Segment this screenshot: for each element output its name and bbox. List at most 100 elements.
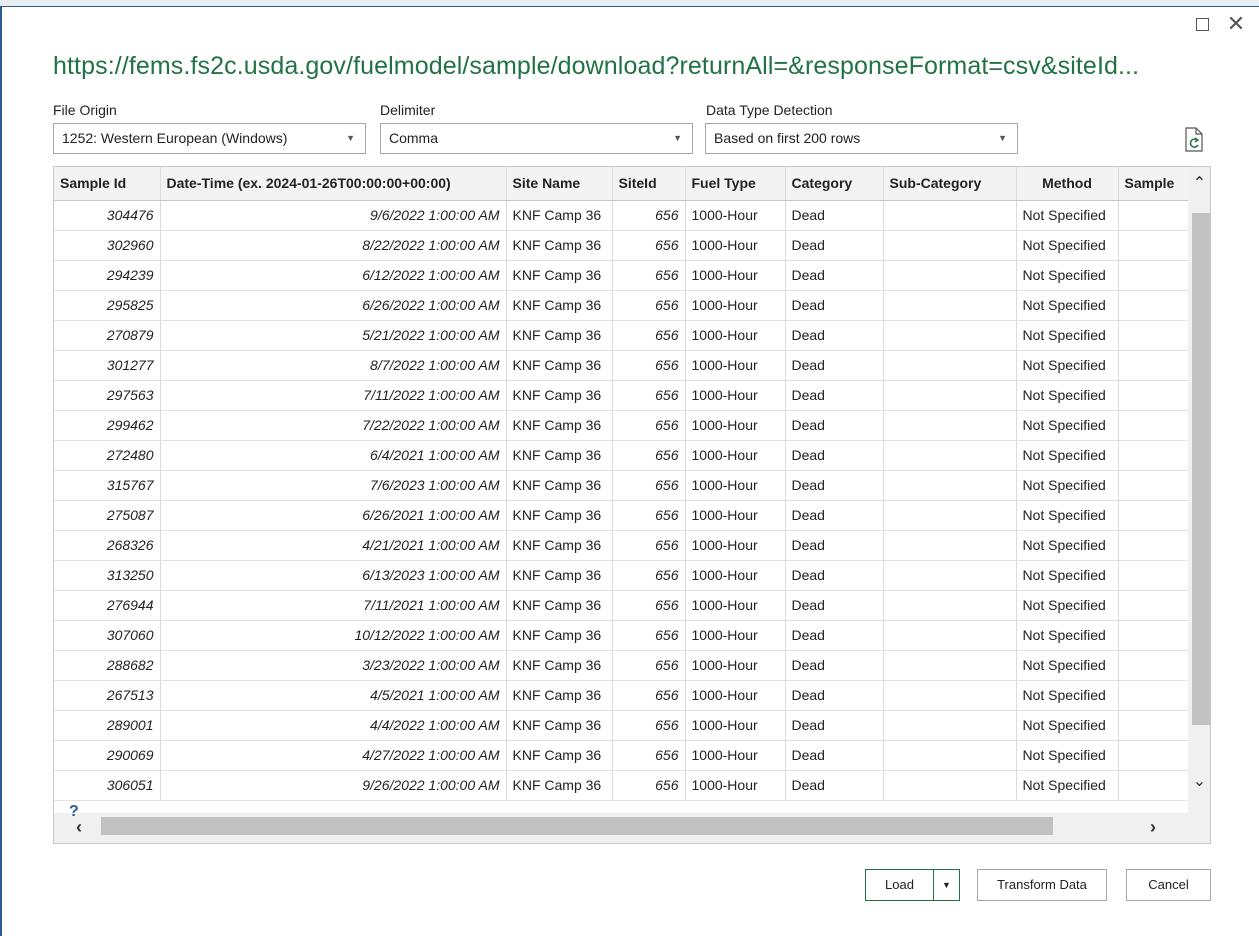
table-cell: KNF Camp 36 (506, 620, 613, 651)
table-row[interactable]: 302960 8/22/2022 1:00:00 AM KNF Camp 36 656… (54, 230, 1189, 261)
chevron-up-icon[interactable]: ⌃ (1188, 173, 1210, 193)
table-cell: 8/22/2022 1:00:00 AM (160, 230, 507, 261)
table-cell (1118, 590, 1189, 621)
table-row[interactable]: 295825 6/26/2022 1:00:00 AM KNF Camp 36 656… (54, 290, 1189, 321)
transform-data-button[interactable]: Transform Data (977, 869, 1107, 901)
table-row[interactable]: 275087 6/26/2021 1:00:00 AM KNF Camp 36 656… (54, 500, 1189, 531)
table-row[interactable]: 268326 4/21/2021 1:00:00 AM KNF Camp 36 656… (54, 530, 1189, 561)
table-cell (1118, 380, 1189, 411)
file-origin-value: 1252: Western European (Windows) (62, 130, 288, 146)
table-row[interactable]: 299462 7/22/2022 1:00:00 AM KNF Camp 36 656… (54, 410, 1189, 441)
table-cell: 289001 (54, 710, 161, 741)
table-cell: 656 (612, 290, 686, 321)
cancel-button[interactable]: Cancel (1126, 869, 1211, 901)
table-row[interactable]: 288682 3/23/2022 1:00:00 AM KNF Camp 36 656… (54, 650, 1189, 681)
table-cell: Dead (785, 740, 884, 771)
file-origin-select[interactable]: 1252: Western European (Windows) ▼ (53, 123, 366, 154)
table-cell: 656 (612, 260, 686, 291)
table-cell: 1000-Hour (685, 650, 786, 681)
table-cell: 7/11/2022 1:00:00 AM (160, 380, 507, 411)
table-cell: Dead (785, 440, 884, 471)
column-header[interactable]: Sample Id (54, 167, 161, 201)
table-cell (883, 410, 1017, 441)
table-cell (883, 440, 1017, 471)
table-cell (1118, 200, 1189, 231)
vertical-scroll-thumb[interactable] (1192, 213, 1210, 725)
chevron-down-icon[interactable]: ⌄ (1188, 771, 1210, 791)
table-cell: Dead (785, 200, 884, 231)
data-type-detection-select[interactable]: Based on first 200 rows ▼ (705, 123, 1018, 154)
table-cell: KNF Camp 36 (506, 410, 613, 441)
table-cell: 7/22/2022 1:00:00 AM (160, 410, 507, 441)
horizontal-scrollbar[interactable]: ‹ › (54, 813, 1210, 843)
maximize-icon[interactable] (1190, 12, 1214, 36)
table-cell: 1000-Hour (685, 620, 786, 651)
table-cell: 4/21/2021 1:00:00 AM (160, 530, 507, 561)
table-cell: Dead (785, 680, 884, 711)
table-row[interactable]: 289001 4/4/2022 1:00:00 AM KNF Camp 36 656 1… (54, 710, 1189, 741)
refresh-preview-icon[interactable] (1183, 127, 1205, 153)
table-cell: 4/5/2021 1:00:00 AM (160, 680, 507, 711)
load-dropdown-button[interactable]: ▼ (933, 869, 960, 901)
close-icon[interactable]: ✕ (1224, 12, 1248, 36)
vertical-scrollbar[interactable]: ⌃ ⌄ (1188, 167, 1210, 813)
table-cell (1118, 620, 1189, 651)
table-row[interactable]: 267513 4/5/2021 1:00:00 AM KNF Camp 36 656 1… (54, 680, 1189, 711)
load-button[interactable]: Load (865, 869, 933, 901)
table-row[interactable]: 301277 8/7/2022 1:00:00 AM KNF Camp 36 656 1… (54, 350, 1189, 381)
table-cell: 9/26/2022 1:00:00 AM (160, 770, 507, 801)
column-header[interactable]: Date-Time (ex. 2024-01-26T00:00:00+00:00… (160, 167, 507, 201)
table-cell: 302960 (54, 230, 161, 261)
table-cell: 5/21/2022 1:00:00 AM (160, 320, 507, 351)
table-cell: Not Specified (1016, 560, 1119, 591)
column-header[interactable]: Fuel Type (685, 167, 786, 201)
table-cell (1118, 290, 1189, 321)
table-row[interactable]: 307060 10/12/2022 1:00:00 AM KNF Camp 36 65… (54, 620, 1189, 651)
column-header[interactable]: SiteId (612, 167, 686, 201)
table-row[interactable]: 315767 7/6/2023 1:00:00 AM KNF Camp 36 656 1… (54, 470, 1189, 501)
table-row[interactable]: 294239 6/12/2022 1:00:00 AM KNF Camp 36 656… (54, 260, 1189, 291)
table-row[interactable]: 276944 7/11/2021 1:00:00 AM KNF Camp 36 656… (54, 590, 1189, 621)
chevron-right-icon[interactable]: › (1150, 817, 1156, 838)
table-cell: KNF Camp 36 (506, 500, 613, 531)
column-header[interactable]: Sub-Category (883, 167, 1017, 201)
table-cell: Not Specified (1016, 320, 1119, 351)
table-row[interactable]: 290069 4/27/2022 1:00:00 AM KNF Camp 36 656… (54, 740, 1189, 771)
table-row[interactable]: 306051 9/26/2022 1:00:00 AM KNF Camp 36 656… (54, 770, 1189, 801)
table-cell (883, 590, 1017, 621)
help-icon[interactable]: ? (69, 803, 79, 821)
horizontal-scroll-thumb[interactable] (101, 817, 1053, 835)
table-cell (883, 740, 1017, 771)
table-cell: Not Specified (1016, 620, 1119, 651)
data-preview-grid[interactable]: Sample Id Date-Time (ex. 2024-01-26T00:0… (53, 166, 1211, 844)
table-cell: Not Specified (1016, 740, 1119, 771)
table-row[interactable]: 297563 7/11/2022 1:00:00 AM KNF Camp 36 656… (54, 380, 1189, 411)
table-cell: Not Specified (1016, 260, 1119, 291)
table-body: 304476 9/6/2022 1:00:00 AM KNF Camp 36 656 1… (54, 200, 1189, 801)
table-cell (883, 260, 1017, 291)
table-row[interactable]: 270879 5/21/2022 1:00:00 AM KNF Camp 36 656… (54, 320, 1189, 351)
column-header[interactable]: Sample (1118, 167, 1189, 201)
table-cell: 6/26/2022 1:00:00 AM (160, 290, 507, 321)
column-header[interactable]: Site Name (506, 167, 613, 201)
table-cell: 656 (612, 740, 686, 771)
table-row[interactable]: 313250 6/13/2023 1:00:00 AM KNF Camp 36 656… (54, 560, 1189, 591)
delimiter-select[interactable]: Comma ▼ (380, 123, 693, 154)
table-cell (1118, 440, 1189, 471)
table-cell: 656 (612, 620, 686, 651)
chevron-down-icon: ▼ (346, 133, 355, 143)
table-row[interactable]: 272480 6/4/2021 1:00:00 AM KNF Camp 36 656 1… (54, 440, 1189, 471)
column-header[interactable]: Method (1016, 167, 1119, 201)
table-row[interactable]: 304476 9/6/2022 1:00:00 AM KNF Camp 36 656 1… (54, 200, 1189, 231)
table-cell: 656 (612, 590, 686, 621)
table-cell: 1000-Hour (685, 530, 786, 561)
table-cell: 1000-Hour (685, 260, 786, 291)
delimiter-value: Comma (389, 130, 439, 146)
table-cell: Dead (785, 380, 884, 411)
table-cell: Not Specified (1016, 590, 1119, 621)
column-header[interactable]: Category (785, 167, 884, 201)
table-cell (1118, 500, 1189, 531)
table-cell (1118, 350, 1189, 381)
table-cell: 304476 (54, 200, 161, 231)
table-cell: 6/13/2023 1:00:00 AM (160, 560, 507, 591)
